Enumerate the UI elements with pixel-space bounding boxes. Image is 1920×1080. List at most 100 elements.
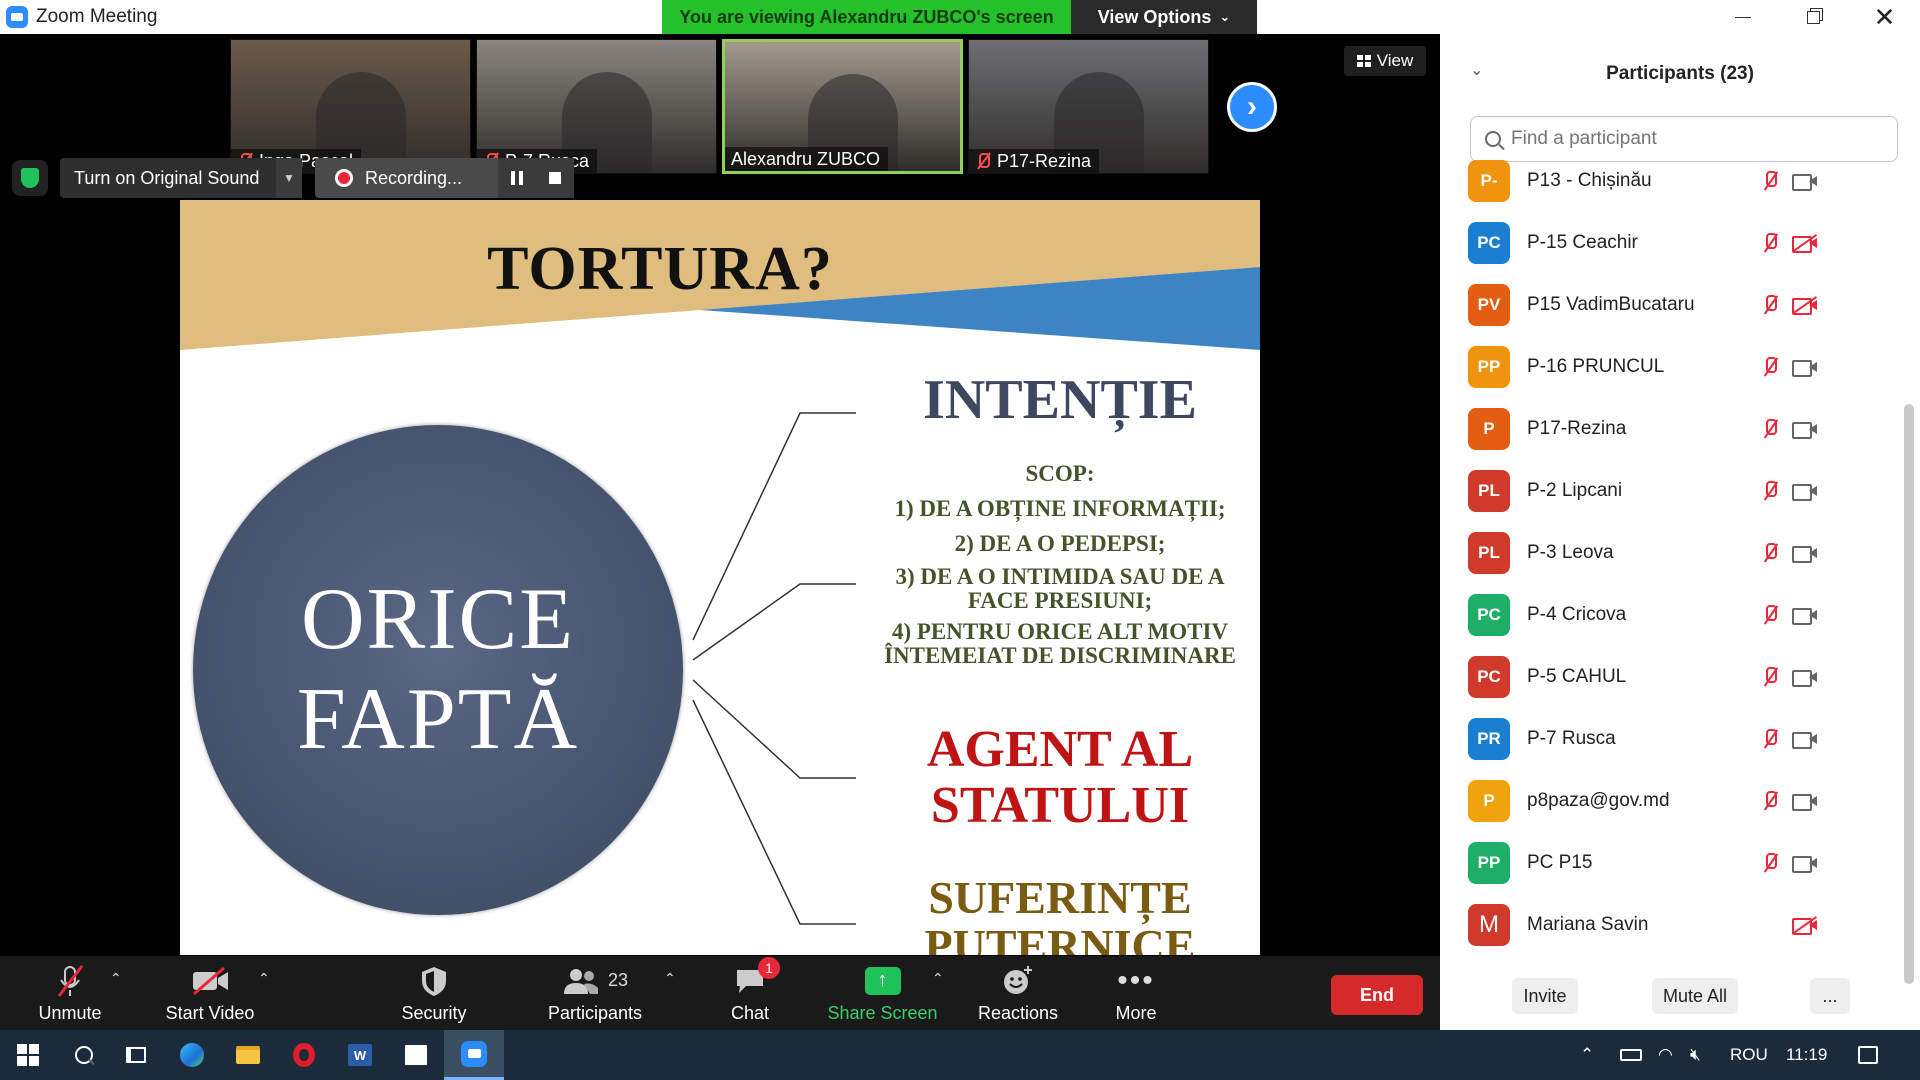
slide-title: TORTURA? (487, 235, 833, 303)
share-screen-button[interactable]: ↑ Share Screen (825, 956, 940, 1030)
next-page-button[interactable]: › (1227, 82, 1277, 132)
more-button[interactable]: ••• More (1096, 956, 1176, 1030)
video-thumbnail[interactable]: P-7 Rusca (476, 39, 717, 174)
taskbar-word[interactable]: W (332, 1030, 388, 1080)
participant-row[interactable]: M Mariana Savin (1440, 894, 1904, 956)
participants-count: 23 (607, 970, 629, 990)
scop-item-2: 2) DE A O PEDEPSI; (954, 531, 1166, 556)
video-options-caret-icon[interactable]: ⌃ (258, 970, 270, 987)
participant-row[interactable]: PR P-7 Rusca (1440, 708, 1904, 770)
participant-name: P13 - Chișinău (1527, 170, 1652, 191)
unmute-button[interactable]: Unmute (30, 956, 110, 1030)
microphone-muted-icon (1760, 356, 1782, 378)
participant-row[interactable]: PL P-3 Leova (1440, 522, 1904, 584)
participants-panel: ⌄ Participants (23) P-P13 - ChișinăuPCP-… (1440, 34, 1920, 1030)
video-camera-icon (1792, 793, 1818, 811)
taskbar-search-button[interactable] (56, 1030, 112, 1080)
taskbar-file-explorer[interactable] (220, 1030, 276, 1080)
share-options-caret-icon[interactable]: ⌃ (932, 970, 944, 987)
tray-chevron-icon[interactable]: ⌃ (1580, 1030, 1594, 1080)
audio-options-caret-icon[interactable]: ⌃ (110, 970, 122, 987)
video-thumbnail[interactable]: P17-Rezina (968, 39, 1209, 174)
taskbar-opera[interactable] (276, 1030, 332, 1080)
mute-all-button[interactable]: Mute All (1652, 978, 1738, 1014)
video-thumbnail[interactable]: Inga Pascal (230, 39, 471, 174)
volume-muted-icon[interactable]: 🔇︎ (1690, 1030, 1701, 1080)
microphone-muted-icon (1760, 170, 1782, 192)
participant-name: P-5 CAHUL (1527, 666, 1627, 687)
view-options-button[interactable]: View Options ⌄ (1071, 0, 1257, 34)
zoom-window: Zoom Meeting You are viewing Alexandru Z… (0, 0, 1920, 1080)
battery-icon[interactable] (1620, 1030, 1642, 1080)
zoom-logo-icon (6, 6, 28, 28)
participants-button[interactable]: 23 Participants (540, 956, 650, 1030)
connector-line-1 (692, 412, 856, 641)
shared-screen-slide: TORTURA? ORICE FAPTĂ INTENȚIE SCOP: 1) D… (180, 200, 1260, 955)
participant-row[interactable]: PC P-5 CAHUL (1440, 646, 1904, 708)
microphone-muted-icon (1760, 294, 1782, 316)
store-bag-icon (405, 1045, 427, 1065)
view-button[interactable]: View (1344, 46, 1426, 76)
participant-name: p8paza@gov.md (1527, 790, 1670, 811)
video-thumbnail[interactable]: Alexandru ZUBCO (722, 39, 963, 174)
video-off-icon (1792, 916, 1818, 935)
pause-recording-button[interactable] (498, 158, 536, 198)
window-controls: ✕ (1440, 0, 1920, 34)
microphone-muted-icon (1760, 604, 1782, 626)
restore-button[interactable] (1778, 0, 1849, 34)
invite-button[interactable]: Invite (1512, 978, 1578, 1014)
original-sound-button[interactable]: Turn on Original Sound (60, 158, 276, 198)
start-button[interactable] (0, 1030, 56, 1080)
grid-view-icon (1356, 55, 1371, 67)
participant-row[interactable]: PL P-2 Lipcani (1440, 460, 1904, 522)
chat-bubble-icon: 1 (734, 956, 780, 999)
close-button[interactable]: ✕ (1849, 0, 1920, 34)
avatar: PL (1468, 470, 1510, 512)
minimize-button[interactable] (1707, 0, 1778, 34)
reactions-button[interactable]: Reactions (968, 956, 1068, 1030)
participant-row[interactable]: PP P-16 PRUNCUL (1440, 336, 1904, 398)
taskbar-store[interactable] (388, 1030, 444, 1080)
avatar: P- (1468, 160, 1510, 202)
participant-row[interactable]: P P17-Rezina (1440, 398, 1904, 460)
security-button[interactable]: Security (394, 956, 474, 1030)
original-sound-label: Turn on Original Sound (74, 167, 260, 188)
chat-button[interactable]: 1 Chat (710, 956, 790, 1030)
language-indicator[interactable]: ROU (1730, 1030, 1768, 1080)
participant-search-input[interactable] (1511, 128, 1871, 150)
task-view-button[interactable] (108, 1030, 164, 1080)
notifications-icon[interactable] (1858, 1030, 1878, 1080)
participants-scrollbar[interactable] (1904, 404, 1914, 984)
end-meeting-button[interactable]: End (1331, 975, 1423, 1015)
chat-unread-badge: 1 (758, 956, 780, 979)
participant-row[interactable]: PC P-15 Ceachir (1440, 212, 1904, 274)
taskbar-zoom[interactable] (444, 1030, 504, 1080)
taskbar-edge[interactable] (164, 1030, 220, 1080)
folder-icon (236, 1046, 260, 1064)
panel-more-button[interactable]: ... (1810, 978, 1850, 1014)
participant-row[interactable]: PP PC P15 (1440, 832, 1904, 894)
video-camera-icon (1792, 173, 1818, 191)
participant-name: P-15 Ceachir (1527, 232, 1638, 253)
original-sound-dropdown[interactable]: ▼ (276, 158, 302, 198)
microphone-muted-icon (1760, 418, 1782, 440)
microphone-muted-icon (1760, 480, 1782, 502)
encryption-shield-icon[interactable] (12, 160, 48, 196)
start-video-button[interactable]: Start Video (155, 956, 265, 1030)
participants-caret-icon[interactable]: ⌃ (664, 970, 676, 987)
title-bar: Zoom Meeting You are viewing Alexandru Z… (0, 0, 1440, 34)
record-icon (335, 169, 353, 187)
video-camera-icon (1792, 669, 1818, 687)
wifi-icon[interactable]: ◠ (1658, 1030, 1673, 1080)
participant-row[interactable]: P- P13 - Chișinău (1440, 150, 1904, 212)
stop-recording-button[interactable] (536, 158, 574, 198)
clock[interactable]: 11:19 (1786, 1030, 1827, 1080)
participant-row[interactable]: Pp8paza@gov.md (1440, 770, 1904, 832)
participant-row[interactable]: PV P15 VadimBucataru (1440, 274, 1904, 336)
avatar: P (1468, 408, 1510, 450)
video-off-icon (1792, 296, 1818, 315)
participant-name: P-16 PRUNCUL (1527, 356, 1665, 377)
circle-line-1: ORICE (301, 571, 575, 668)
edge-icon (180, 1043, 204, 1067)
participant-row[interactable]: PC P-4 Cricova (1440, 584, 1904, 646)
